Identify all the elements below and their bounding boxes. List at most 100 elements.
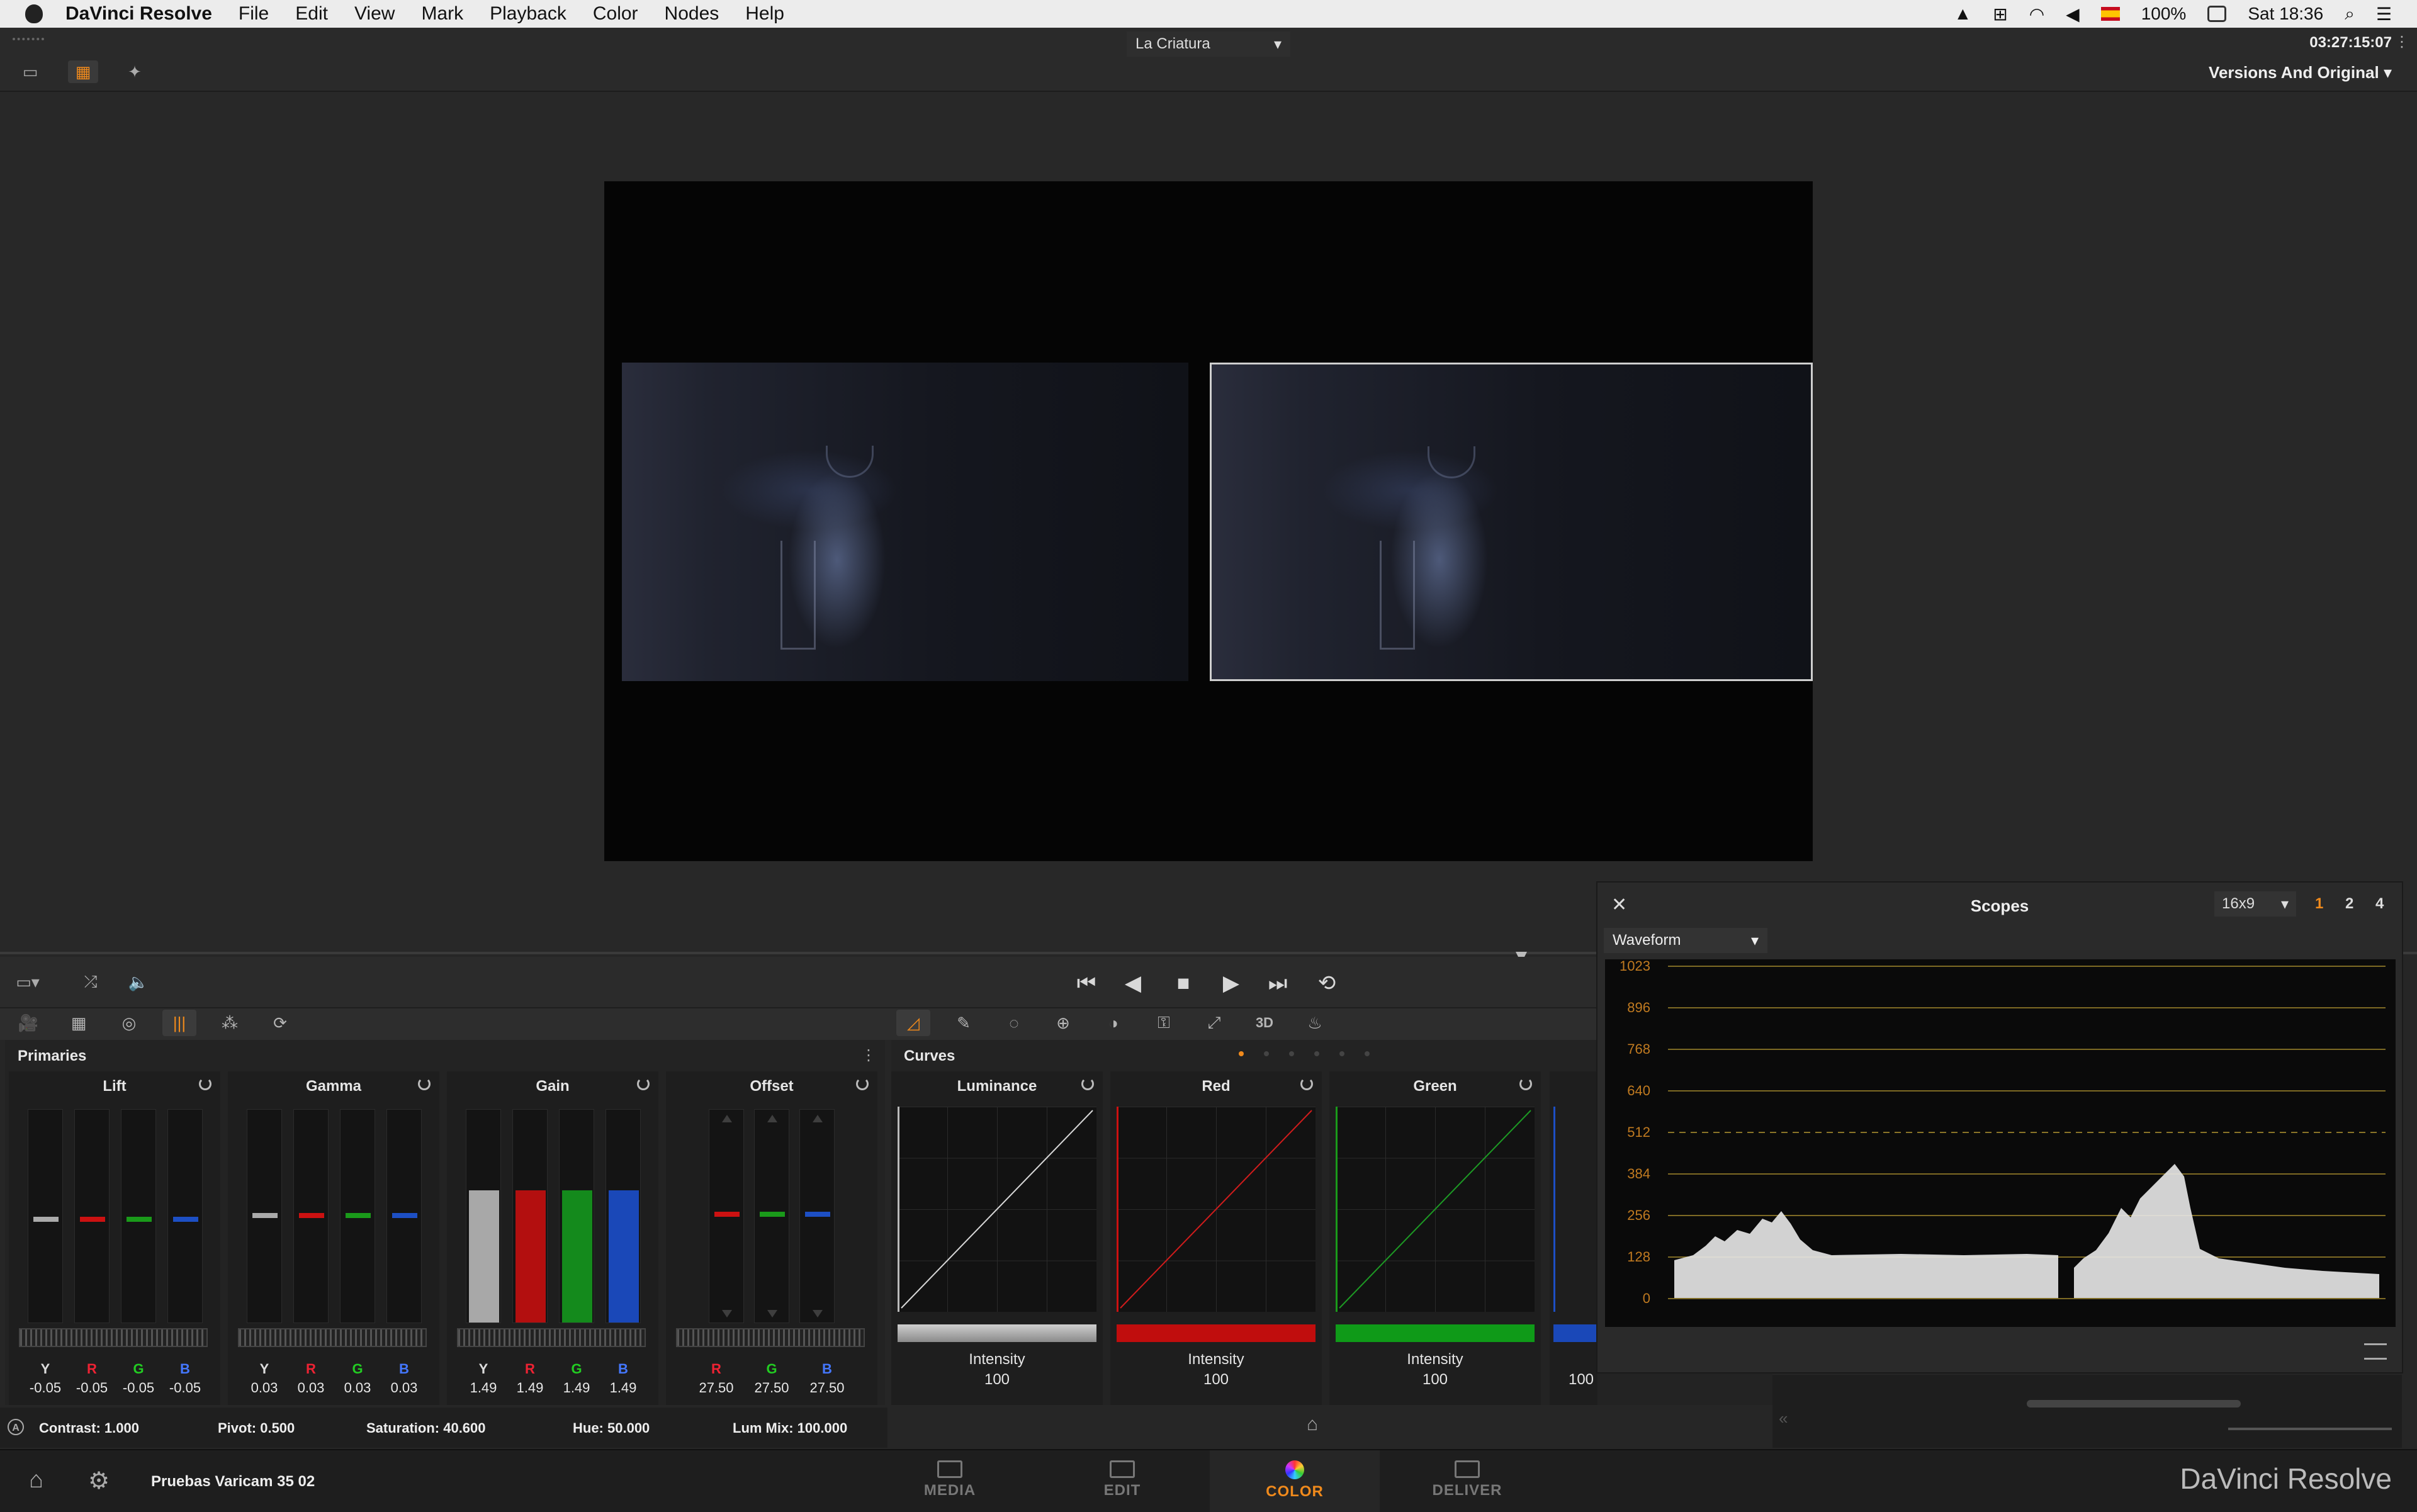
scope-mode-dropdown[interactable]: Waveform ▾ (1604, 928, 1767, 953)
gear-icon[interactable]: ⚙ (88, 1467, 111, 1494)
offset-g-bar[interactable] (754, 1109, 789, 1323)
menu-nodes[interactable]: Nodes (665, 3, 719, 25)
scope-layout-2[interactable]: 2 (2345, 895, 2353, 913)
stop-icon[interactable]: ■ (1166, 969, 1201, 997)
page-dot[interactable] (1289, 1051, 1294, 1056)
scope-settings-icon[interactable] (2364, 1343, 2387, 1360)
blur-icon[interactable]: ◑ (1096, 1010, 1130, 1036)
offset-b-value[interactable]: 27.50 (808, 1380, 846, 1396)
reset-icon[interactable] (1300, 1078, 1313, 1090)
version-still-image[interactable] (1210, 363, 1813, 681)
grid-icon[interactable]: ⊞ (1993, 4, 2007, 25)
reset-icon[interactable] (637, 1078, 650, 1090)
curves-icon[interactable]: ◿ (896, 1010, 930, 1036)
horizontal-scrollbar[interactable] (2027, 1400, 2241, 1408)
primaries-bars-icon[interactable]: ||| (162, 1010, 196, 1036)
home-pad-icon[interactable]: ⌂ (1307, 1414, 1318, 1435)
menu-playback[interactable]: Playback (490, 3, 566, 25)
page-dot[interactable] (1239, 1051, 1244, 1056)
shuffle-icon[interactable]: ⤮ (76, 971, 106, 993)
saturation-readout[interactable]: Saturation: 40.600 (366, 1420, 486, 1436)
gain-b-value[interactable]: 1.49 (604, 1380, 642, 1396)
gallery-grid-icon[interactable]: ▦ (68, 60, 98, 83)
offset-r-bar[interactable] (709, 1109, 744, 1323)
drag-handle[interactable] (13, 38, 44, 44)
more-options-icon[interactable]: ⋮ (2394, 33, 2409, 51)
battery-icon[interactable] (2207, 6, 2227, 22)
single-viewer-icon[interactable]: ▭ (15, 60, 45, 83)
lift-r-value[interactable]: -0.05 (73, 1380, 111, 1396)
go-to-end-icon[interactable]: ⏭ (1260, 969, 1295, 997)
home-icon[interactable]: ⌂ (29, 1467, 52, 1493)
lift-b-value[interactable]: -0.05 (166, 1380, 204, 1396)
green-intensity-slider[interactable] (1336, 1324, 1535, 1342)
offset-r-value[interactable]: 27.50 (697, 1380, 735, 1396)
contrast-readout[interactable]: Contrast: 1.000 (39, 1420, 139, 1436)
apple-icon[interactable] (25, 4, 43, 23)
go-to-start-icon[interactable]: ⏮ (1069, 969, 1104, 997)
spotlight-icon[interactable]: ⌕ (2345, 4, 2355, 25)
rgb-mixer-icon[interactable]: ⁂ (213, 1010, 247, 1036)
page-dot[interactable] (1339, 1051, 1344, 1056)
motion-effects-icon[interactable]: ⟳ (263, 1010, 297, 1036)
menu-mark[interactable]: Mark (421, 3, 463, 25)
lift-g-bar[interactable] (121, 1109, 156, 1323)
pivot-readout[interactable]: Pivot: 0.500 (218, 1420, 295, 1436)
tab-media[interactable]: MEDIA (865, 1450, 1035, 1512)
lift-master-wheel[interactable] (19, 1328, 208, 1347)
hue-readout[interactable]: Hue: 50.000 (573, 1420, 650, 1436)
stereo-3d-icon[interactable]: 3D (1248, 1010, 1282, 1036)
versions-dropdown[interactable]: Versions And Original ▾ (2209, 63, 2392, 82)
battery-percent[interactable]: 100% (2141, 4, 2187, 24)
gain-y-bar[interactable] (466, 1109, 501, 1323)
key-icon[interactable]: ⚿ (1147, 1010, 1181, 1036)
camera-raw-icon[interactable]: 🎥 (11, 1010, 45, 1036)
blue-intensity-value[interactable]: 100 (1550, 1371, 1613, 1389)
offset-g-value[interactable]: 27.50 (753, 1380, 791, 1396)
gamma-b-value[interactable]: 0.03 (385, 1380, 423, 1396)
page-dot[interactable] (1365, 1051, 1370, 1056)
power-window-icon[interactable]: ◌ (997, 1010, 1031, 1036)
menu-color[interactable]: Color (593, 3, 638, 25)
speaker-icon[interactable]: 🔈 (123, 971, 154, 993)
page-dot[interactable] (1264, 1051, 1269, 1056)
luminance-curve-graph[interactable] (898, 1107, 1096, 1312)
color-wheels-icon[interactable]: ◎ (112, 1010, 146, 1036)
drive-icon[interactable]: ▲ (1954, 4, 1972, 24)
reset-icon[interactable] (418, 1078, 431, 1090)
loop-icon[interactable]: ⟲ (1309, 969, 1344, 997)
input-source-flag-icon[interactable] (2100, 7, 2120, 21)
play-icon[interactable]: ▶ (1214, 969, 1249, 997)
offset-b-bar[interactable] (799, 1109, 835, 1323)
magic-wand-icon[interactable]: ✦ (120, 60, 150, 83)
scope-layout-1[interactable]: 1 (2315, 895, 2323, 913)
project-title-dropdown[interactable]: La Criatura ▾ (1127, 31, 1290, 57)
gamma-g-bar[interactable] (340, 1109, 375, 1323)
red-intensity-value[interactable]: 100 (1110, 1371, 1322, 1389)
tracker-icon[interactable]: ⊕ (1046, 1010, 1080, 1036)
red-intensity-slider[interactable] (1117, 1324, 1316, 1342)
menu-file[interactable]: File (239, 3, 269, 25)
viewer-mode-icon[interactable]: ▭▾ (13, 971, 43, 993)
reset-icon[interactable] (1519, 1078, 1532, 1090)
green-intensity-value[interactable]: 100 (1329, 1371, 1541, 1389)
gamma-y-bar[interactable] (247, 1109, 282, 1323)
menu-help[interactable]: Help (745, 3, 784, 25)
scopes-aspect-dropdown[interactable]: 16x9 ▾ (2214, 891, 2296, 917)
tab-color[interactable]: COLOR (1210, 1450, 1380, 1512)
gamma-r-value[interactable]: 0.03 (292, 1380, 330, 1396)
original-still-image[interactable] (622, 363, 1188, 681)
gain-b-bar[interactable] (606, 1109, 641, 1323)
reset-icon[interactable] (199, 1078, 211, 1090)
gain-g-value[interactable]: 1.49 (558, 1380, 595, 1396)
gain-y-value[interactable]: 1.49 (465, 1380, 502, 1396)
luminance-intensity-slider[interactable] (898, 1324, 1096, 1342)
lift-b-bar[interactable] (167, 1109, 203, 1323)
menu-view[interactable]: View (354, 3, 395, 25)
menu-app-name[interactable]: DaVinci Resolve (65, 3, 212, 25)
lift-y-value[interactable]: -0.05 (26, 1380, 64, 1396)
lift-y-bar[interactable] (28, 1109, 63, 1323)
reset-icon[interactable] (1081, 1078, 1094, 1090)
gamma-y-value[interactable]: 0.03 (245, 1380, 283, 1396)
volume-icon[interactable]: ◀ (2066, 4, 2080, 25)
